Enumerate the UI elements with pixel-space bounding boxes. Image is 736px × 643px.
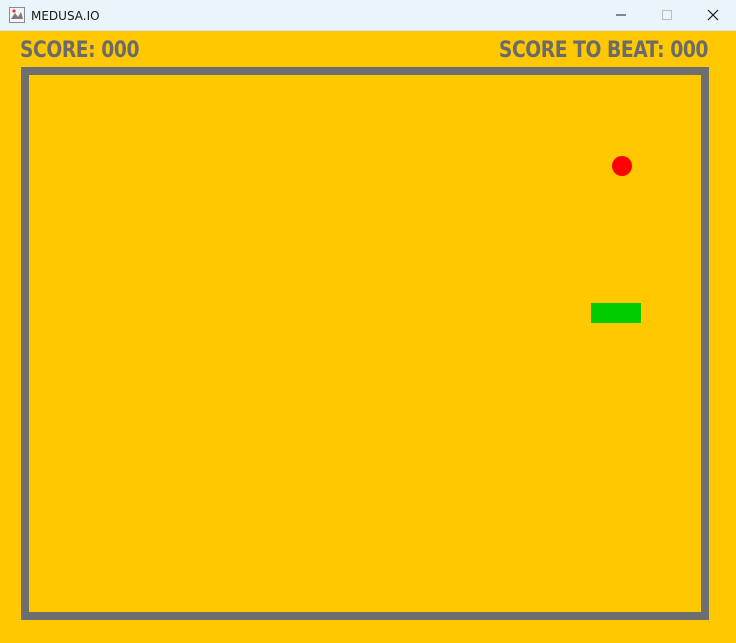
- java-app-icon: [9, 7, 25, 23]
- food-apple: [612, 156, 632, 176]
- game-window: MEDUSA.IO SCORE: 000 SCORE TO BEAT: 000: [0, 0, 736, 643]
- score-display: SCORE: 000: [20, 38, 140, 63]
- maximize-icon: [662, 10, 672, 20]
- snake-head: [591, 303, 616, 323]
- game-area[interactable]: SCORE: 000 SCORE TO BEAT: 000: [0, 31, 736, 643]
- game-board[interactable]: [21, 67, 709, 620]
- title-bar[interactable]: MEDUSA.IO: [0, 0, 736, 31]
- close-icon: [707, 9, 719, 21]
- maximize-button[interactable]: [644, 0, 690, 30]
- minimize-button[interactable]: [598, 0, 644, 30]
- window-title: MEDUSA.IO: [31, 9, 100, 23]
- snake-body-segment: [616, 303, 641, 323]
- score-to-beat-display: SCORE TO BEAT: 000: [498, 38, 709, 63]
- close-button[interactable]: [690, 0, 736, 30]
- minimize-icon: [616, 14, 626, 16]
